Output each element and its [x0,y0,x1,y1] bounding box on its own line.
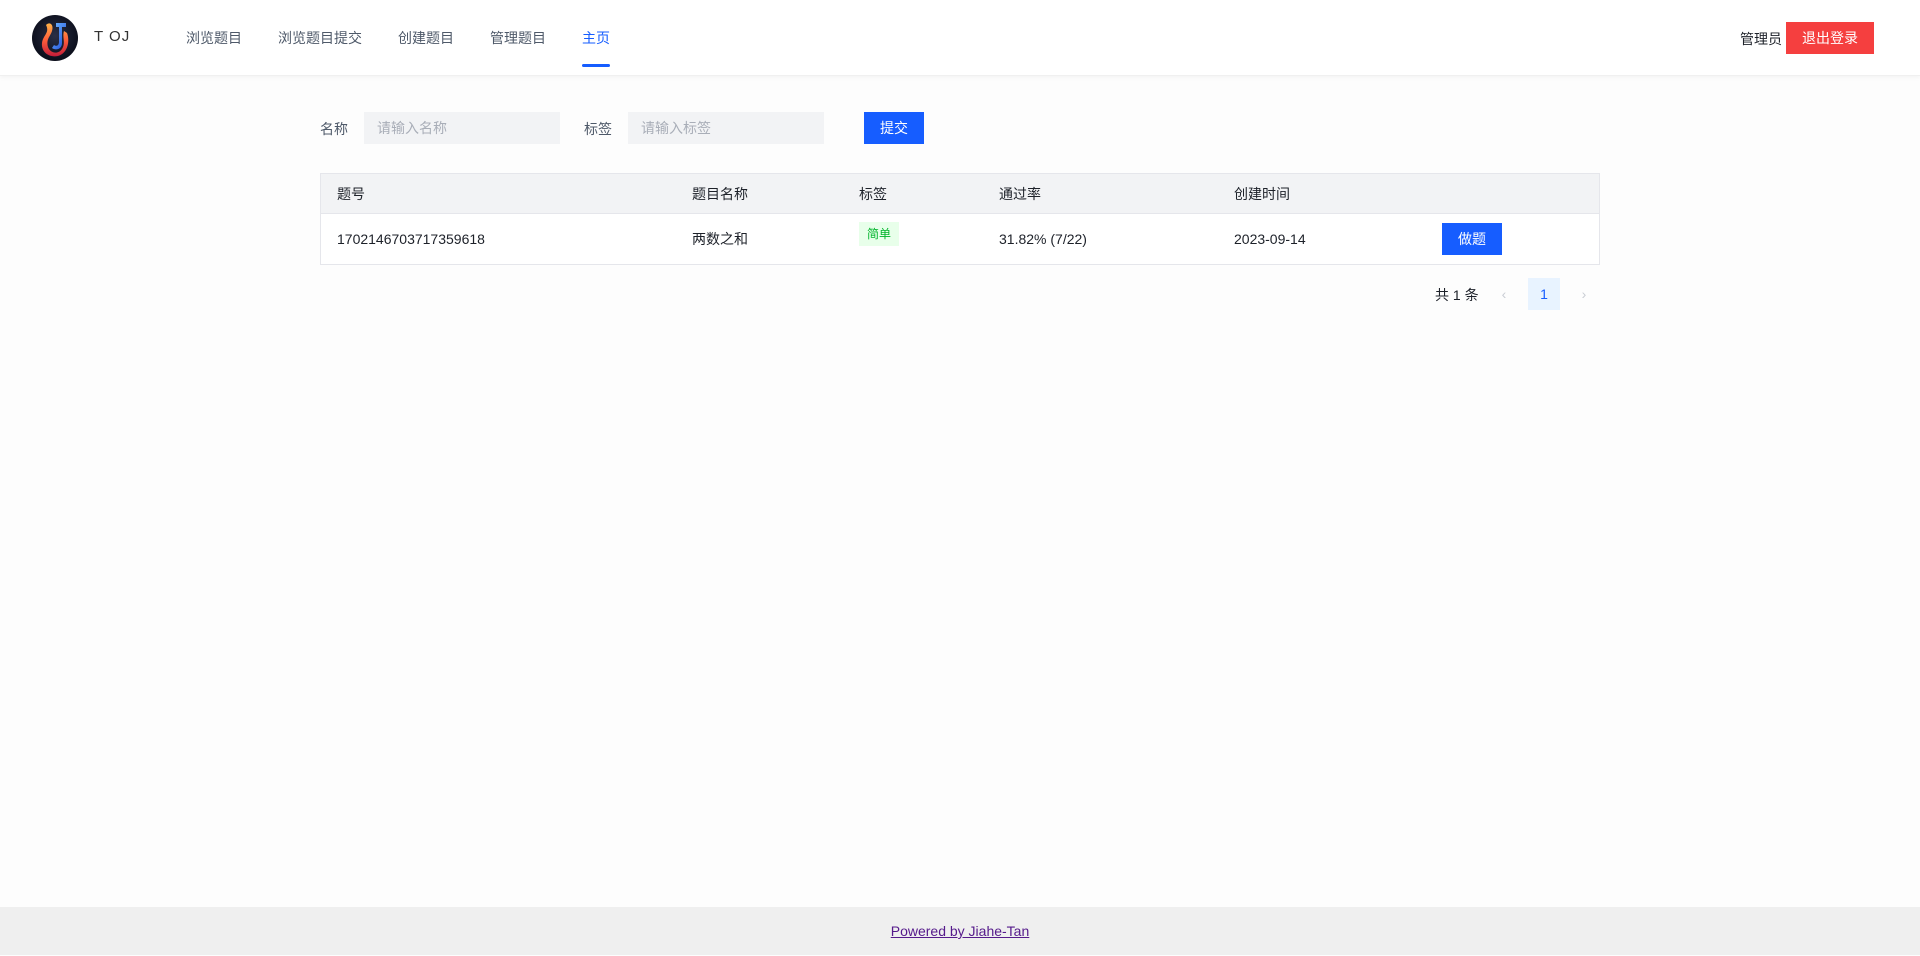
column-header-pass-rate: 通过率 [999,185,1041,202]
powered-by-link[interactable]: Powered by Jiahe-Tan [891,923,1030,939]
problem-created-date: 2023-09-14 [1234,231,1306,247]
top-navbar: T OJ 浏览题目 浏览题目提交 创建题目 管理题目 主页 管理员 退出登录 [0,0,1920,76]
column-header-id: 题号 [337,185,365,202]
do-problem-button[interactable]: 做题 [1442,223,1502,255]
tag-search-input[interactable] [628,112,824,144]
user-role-label: 管理员 [1740,31,1782,47]
problem-table: 题号 题目名称 标签 通过率 创建时间 1702146703717359618 … [320,173,1600,265]
footer: Powered by Jiahe-Tan [0,907,1920,955]
action-cell: 做题 [1442,214,1502,264]
table-header-row: 题号 题目名称 标签 通过率 创建时间 [321,174,1599,214]
column-header-title: 题目名称 [692,185,748,202]
name-field-label: 名称 [320,121,348,137]
chevron-right-icon[interactable]: › [1568,278,1600,310]
brand-name: T OJ [94,28,131,45]
search-submit-button[interactable]: 提交 [864,112,924,144]
nav-item-home[interactable]: 主页 [582,0,610,76]
oj-logo-icon[interactable] [32,15,78,61]
problem-title: 两数之和 [692,231,748,247]
pagination-total: 共 1 条 [1435,287,1479,303]
pagination-page-1[interactable]: 1 [1528,278,1560,310]
problem-id: 1702146703717359618 [337,231,485,247]
column-header-tags: 标签 [859,185,887,202]
nav-item-create-problem[interactable]: 创建题目 [398,0,454,76]
name-search-input[interactable] [364,112,560,144]
nav-item-browse-submissions[interactable]: 浏览题目提交 [278,0,362,76]
nav-item-manage-problems[interactable]: 管理题目 [490,0,546,76]
column-header-created: 创建时间 [1234,185,1290,202]
problem-pass-rate: 31.82% (7/22) [999,231,1087,247]
chevron-left-icon[interactable]: ‹ [1488,278,1520,310]
problem-tag-cell: 简单 [859,214,900,264]
nav-item-browse-problems[interactable]: 浏览题目 [186,0,242,76]
tag-field-label: 标签 [584,121,612,137]
main-nav: 浏览题目 浏览题目提交 创建题目 管理题目 主页 [186,0,646,76]
difficulty-tag: 简单 [859,222,900,246]
logout-button[interactable]: 退出登录 [1786,22,1874,54]
table-row: 1702146703717359618 两数之和 简单 31.82% (7/22… [321,214,1599,264]
